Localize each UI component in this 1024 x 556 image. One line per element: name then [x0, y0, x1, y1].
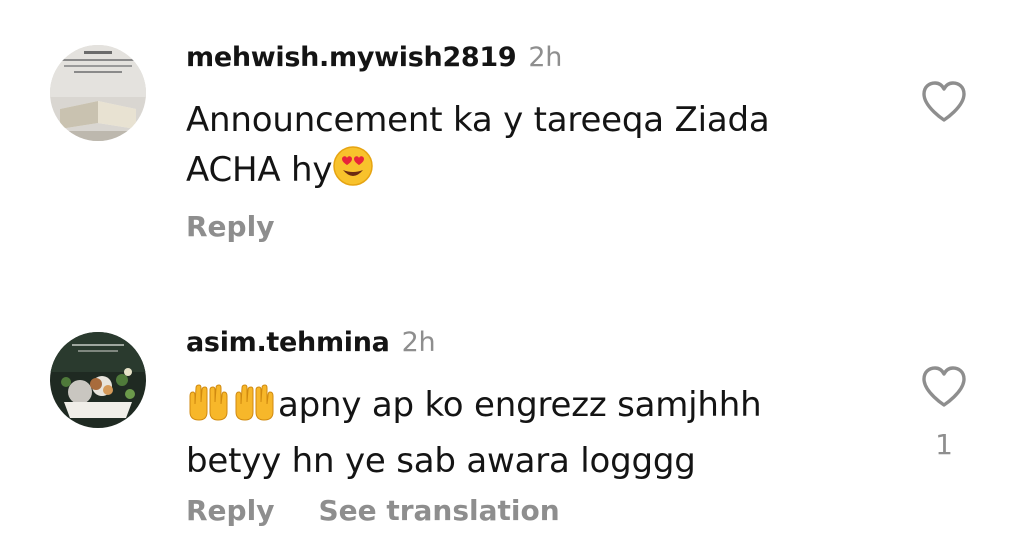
comment-username[interactable]: mehwish.mywish2819 2h: [186, 42, 562, 73]
comment-timestamp: 2h: [528, 42, 563, 73]
heart-outline-icon: [922, 366, 966, 407]
like-count: 1: [935, 428, 953, 461]
like-button[interactable]: [920, 365, 968, 409]
heart-eyes-emoji-icon: [332, 145, 374, 201]
reply-button[interactable]: Reply: [186, 210, 274, 243]
comment-text: apny ap ko engrezz samjhhh betyy hn ye s…: [186, 380, 762, 486]
heart-outline-icon: [922, 81, 966, 122]
comment-actions: Reply: [186, 210, 274, 243]
avatar[interactable]: [50, 332, 146, 428]
avatar[interactable]: [50, 45, 146, 141]
comment-actions: Reply See translation: [186, 494, 560, 527]
comment-timestamp: 2h: [401, 327, 436, 358]
comment-text: Announcement ka y tareeqa Ziada ACHA hy: [186, 95, 770, 201]
comment-text-line: apny ap ko engrezz samjhhh: [186, 380, 762, 436]
comment-username[interactable]: asim.tehmina 2h: [186, 327, 436, 358]
like-button[interactable]: [920, 80, 968, 124]
comment-text-line: Announcement ka y tareeqa Ziada: [186, 100, 770, 140]
comment-text-line-2: betyy hn ye sab awara logggg: [186, 441, 696, 481]
comments-list: mehwish.mywish2819 2h Announcement ka y t…: [0, 0, 1024, 556]
reply-button[interactable]: Reply: [186, 494, 274, 527]
raising-hands-emoji-icon: [186, 382, 278, 436]
see-translation-button[interactable]: See translation: [318, 494, 559, 527]
comment-text-line-2: ACHA hy: [186, 145, 770, 201]
